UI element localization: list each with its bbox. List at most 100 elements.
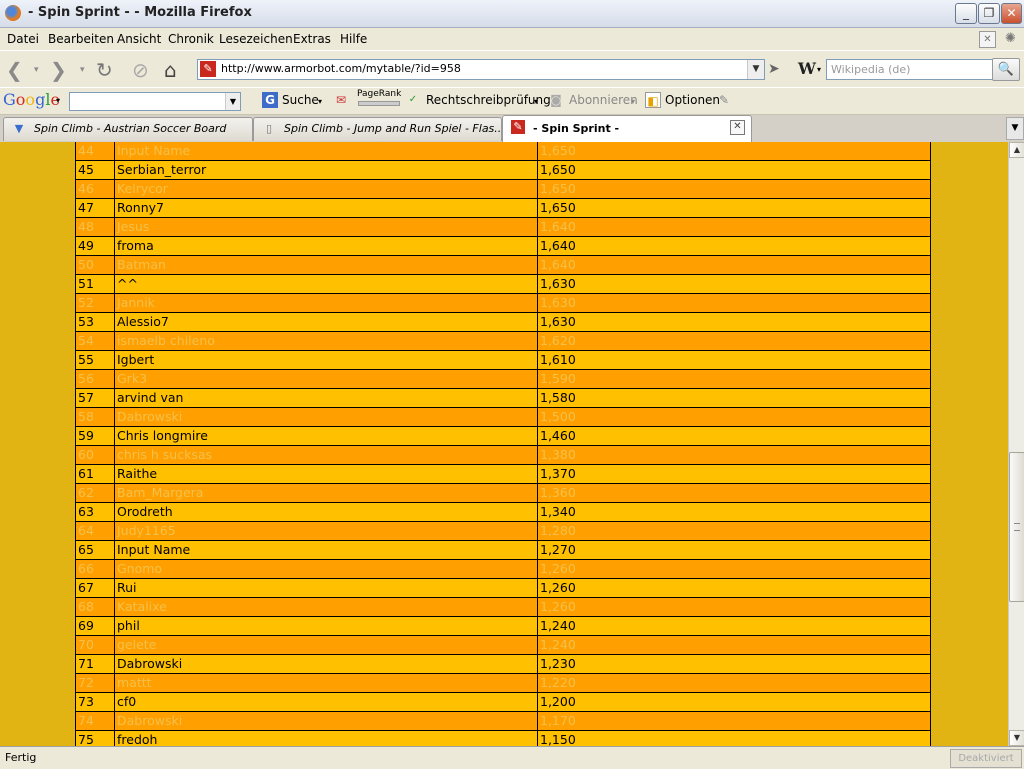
back-dropdown-icon[interactable]: ▾: [34, 65, 39, 75]
home-icon[interactable]: ⌂: [164, 58, 177, 82]
spellcheck-icon[interactable]: ✓: [405, 92, 421, 108]
table-row: 73 cf0 1,200: [75, 692, 931, 712]
score-cell: 1,200: [537, 692, 931, 712]
maximize-button[interactable]: ❐: [978, 3, 1000, 24]
name-cell: Grk3: [114, 369, 538, 389]
score-cell: 1,340: [537, 502, 931, 522]
table-row: 61 Raithe 1,370: [75, 464, 931, 484]
minimize-button[interactable]: _: [955, 3, 977, 24]
spellcheck-button[interactable]: Rechtschreibprüfung: [426, 93, 551, 107]
score-cell: 1,230: [537, 654, 931, 674]
close-tab-icon[interactable]: ✕: [730, 120, 745, 135]
vertical-scrollbar[interactable]: ▲ ▼: [1008, 142, 1024, 746]
google-search-dropdown-icon[interactable]: ▾: [318, 97, 322, 106]
google-search-input[interactable]: ▼: [69, 92, 241, 111]
name-cell: Judy1165: [114, 521, 538, 541]
menu-extras[interactable]: Extras: [293, 32, 331, 46]
name-cell: Kelrycor: [114, 179, 538, 199]
rss-icon[interactable]: ◙: [548, 92, 564, 108]
table-row: 71 Dabrowski 1,230: [75, 654, 931, 674]
scroll-up-icon[interactable]: ▲: [1009, 142, 1024, 158]
options-button[interactable]: Optionen: [665, 93, 720, 107]
forward-dropdown-icon[interactable]: ▾: [80, 65, 85, 75]
go-icon[interactable]: ➤: [768, 61, 780, 77]
search-icon[interactable]: 🔍: [992, 58, 1020, 81]
rank-cell: 67: [75, 578, 115, 598]
score-cell: 1,650: [537, 198, 931, 218]
subscribe-button[interactable]: Abonnieren: [569, 93, 638, 107]
score-cell: 1,460: [537, 426, 931, 446]
search-input[interactable]: Wikipedia (de): [826, 59, 993, 80]
rank-cell: 68: [75, 597, 115, 617]
score-cell: 1,380: [537, 445, 931, 465]
google-search-icon[interactable]: G: [262, 92, 278, 108]
table-row: 57 arvind van 1,580: [75, 388, 931, 408]
stop-icon[interactable]: ⊘: [132, 58, 149, 82]
name-cell: Jesus: [114, 217, 538, 237]
menu-datei[interactable]: Datei: [7, 32, 39, 46]
forward-icon[interactable]: ❯: [50, 58, 67, 82]
name-cell: Dabrowski: [114, 654, 538, 674]
rank-cell: 58: [75, 407, 115, 427]
rank-cell: 64: [75, 521, 115, 541]
table-row: 56 Grk3 1,590: [75, 369, 931, 389]
tab-spin-climb-soccer[interactable]: ▼ Spin Climb - Austrian Soccer Board: [3, 117, 253, 141]
score-cell: 1,370: [537, 464, 931, 484]
tab-spin-sprint[interactable]: ✎ - Spin Sprint -: [502, 115, 752, 142]
score-cell: 1,270: [537, 540, 931, 560]
menu-hilfe[interactable]: Hilfe: [340, 32, 367, 46]
close-icon[interactable]: ✕: [979, 31, 996, 48]
score-cell: 1,500: [537, 407, 931, 427]
google-menu-dropdown-icon[interactable]: ▾: [56, 96, 60, 105]
highlighter-icon[interactable]: ✎: [716, 92, 732, 108]
scroll-down-icon[interactable]: ▼: [1009, 730, 1024, 746]
google-search-dropdown-icon[interactable]: ▼: [225, 93, 240, 110]
rank-cell: 70: [75, 635, 115, 655]
name-cell: Rui: [114, 578, 538, 598]
name-cell: Serbian_terror: [114, 160, 538, 180]
name-cell: Bam_Margera: [114, 483, 538, 503]
menu-ansicht[interactable]: Ansicht: [117, 32, 161, 46]
close-window-button[interactable]: ✕: [1001, 3, 1022, 24]
back-icon[interactable]: ❮: [6, 58, 23, 82]
rank-cell: 66: [75, 559, 115, 579]
table-row: 45 Serbian_terror 1,650: [75, 160, 931, 180]
name-cell: ^^: [114, 274, 538, 294]
table-row: 69 phil 1,240: [75, 616, 931, 636]
all-tabs-dropdown-icon[interactable]: ▼: [1006, 117, 1024, 140]
menu-chronik[interactable]: Chronik: [168, 32, 214, 46]
spellcheck-dropdown-icon[interactable]: ▾: [534, 97, 538, 106]
rank-cell: 72: [75, 673, 115, 693]
scrollbar-thumb[interactable]: [1009, 452, 1024, 602]
address-bar[interactable]: ✎ http://www.armorbot.com/mytable/?id=95…: [197, 59, 765, 80]
url-history-dropdown-icon[interactable]: ▼: [747, 60, 764, 79]
google-logo[interactable]: Google: [3, 90, 60, 109]
deactivated-indicator[interactable]: Deaktiviert: [950, 749, 1022, 768]
rank-cell: 50: [75, 255, 115, 275]
menu-lesezeichen[interactable]: Lesezeichen: [219, 32, 293, 46]
menu-bearbeiten[interactable]: Bearbeiten: [48, 32, 114, 46]
options-icon[interactable]: ◧: [645, 92, 661, 108]
table-row: 52 Jannik 1,630: [75, 293, 931, 313]
table-row: 47 Ronny7 1,650: [75, 198, 931, 218]
score-cell: 1,610: [537, 350, 931, 370]
google-search-button[interactable]: Suche: [282, 93, 319, 107]
reload-icon[interactable]: ↻: [96, 58, 113, 82]
table-row: 62 Bam_Margera 1,360: [75, 483, 931, 503]
url-text[interactable]: http://www.armorbot.com/mytable/?id=958: [221, 62, 461, 75]
popup-blocker-icon[interactable]: ✉: [333, 92, 349, 108]
name-cell: phil: [114, 616, 538, 636]
wikipedia-engine-icon[interactable]: W: [798, 59, 816, 78]
score-cell: 1,630: [537, 274, 931, 294]
rank-cell: 52: [75, 293, 115, 313]
subscribe-dropdown-icon[interactable]: ▾: [631, 97, 635, 106]
tab-spin-climb-game[interactable]: ▯ Spin Climb - Jump and Run Spiel - Flas…: [253, 117, 502, 141]
rank-cell: 46: [75, 179, 115, 199]
table-row: 53 Alessio7 1,630: [75, 312, 931, 332]
engine-dropdown-icon[interactable]: ▾: [817, 65, 821, 74]
leaderboard-table: 44 Input Name 1,650 45 Serbian_terror 1,650 46…: [75, 142, 931, 746]
rank-cell: 51: [75, 274, 115, 294]
name-cell: Batman: [114, 255, 538, 275]
score-cell: 1,240: [537, 616, 931, 636]
table-row: 65 Input Name 1,270: [75, 540, 931, 560]
